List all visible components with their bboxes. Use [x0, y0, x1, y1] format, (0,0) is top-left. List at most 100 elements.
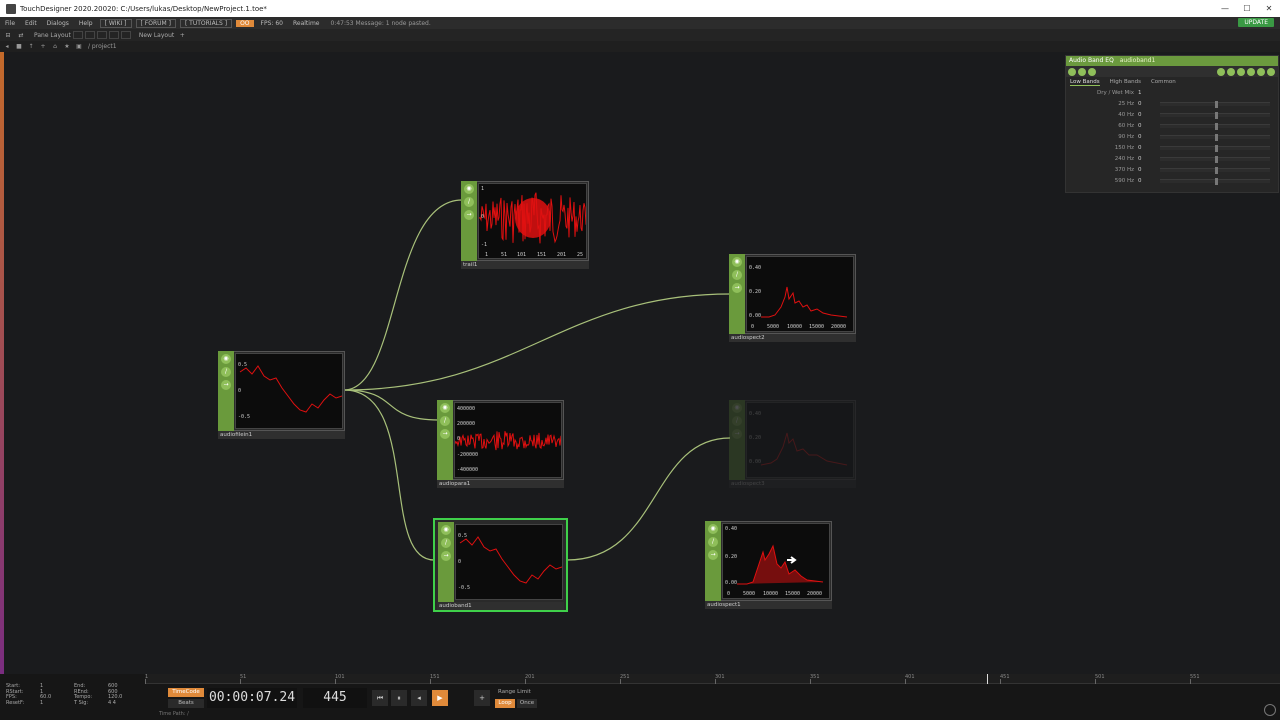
new-layout-button[interactable]: New Layout [139, 32, 174, 39]
node-audioband1[interactable]: ◉ / → 0.5 0 -0.5 audioband1 [433, 518, 568, 612]
node-audiopara1[interactable]: ◉ / → 400000 200000 0 -200000 -400000 audi… [437, 400, 564, 488]
help-icon[interactable] [1068, 67, 1076, 76]
param-value[interactable]: 0 [1138, 156, 1160, 162]
slider-knob[interactable] [1215, 177, 1218, 185]
param-value[interactable]: 0 [1138, 178, 1160, 184]
home-icon[interactable]: ⌂ [50, 43, 60, 50]
comment-icon[interactable] [1227, 67, 1235, 76]
param-slider[interactable] [1160, 133, 1270, 141]
slider-knob[interactable] [1215, 144, 1218, 152]
close-button[interactable]: ✕ [1258, 0, 1280, 17]
param-value[interactable]: 0 [1138, 123, 1160, 129]
stop-icon[interactable]: ■ [14, 43, 24, 50]
loop-toggle[interactable]: Loop [495, 699, 515, 708]
param-slider[interactable] [1160, 155, 1270, 163]
up-icon[interactable]: ↑ [26, 43, 36, 50]
play-button[interactable]: ▶ [432, 690, 448, 706]
node-audiospect2[interactable]: ◉ / → 0.40 0.20 0.00 0 5000 10000 15000 20… [729, 254, 856, 342]
lock-icon[interactable]: → [708, 550, 718, 560]
pane-split-icon[interactable]: ⇄ [16, 32, 26, 39]
bypass-icon[interactable]: / [708, 537, 718, 547]
param-slider[interactable] [1160, 177, 1270, 185]
settings-gear-icon[interactable] [1264, 704, 1276, 716]
edit-icon[interactable] [1217, 67, 1225, 76]
node-name[interactable]: audiospect1 [705, 601, 832, 609]
network-icon[interactable] [1247, 67, 1255, 76]
param-value[interactable]: 1 [1138, 90, 1160, 96]
lock-icon[interactable]: → [464, 210, 474, 220]
node-name[interactable]: audiopara1 [437, 480, 564, 488]
menu-dialogs[interactable]: Dialogs [42, 20, 74, 27]
op-name-field[interactable]: audioband1 [1120, 57, 1156, 64]
wiki-link[interactable]: [ WIKI ] [99, 18, 132, 28]
lock-icon[interactable]: → [732, 429, 742, 439]
bypass-icon[interactable]: / [464, 197, 474, 207]
minimize-button[interactable]: — [1214, 0, 1236, 17]
lock-icon[interactable]: → [221, 380, 231, 390]
menu-file[interactable]: File [0, 20, 20, 27]
param-slider[interactable] [1160, 100, 1270, 108]
param-row[interactable]: 370 Hz 0 [1066, 164, 1278, 175]
param-row[interactable]: 150 Hz 0 [1066, 142, 1278, 153]
pane-type-icon[interactable]: ⊟ [3, 32, 13, 39]
tab-high-bands[interactable]: High Bands [1110, 79, 1141, 85]
param-slider[interactable] [1160, 166, 1270, 174]
layout-preset-4[interactable] [108, 31, 119, 39]
bypass-icon[interactable]: / [221, 367, 231, 377]
layout-preset-2[interactable] [84, 31, 95, 39]
tab-common[interactable]: Common [1151, 79, 1176, 85]
refresh-icon[interactable] [1237, 67, 1245, 76]
node-name[interactable]: trail1 [461, 261, 589, 269]
bookmark-icon[interactable]: ★ [62, 43, 72, 50]
frame-display[interactable]: 445 [303, 688, 367, 708]
slider-knob[interactable] [1215, 122, 1218, 130]
node-name[interactable]: audiospect2 [729, 334, 856, 342]
beats-toggle[interactable]: Beats [168, 699, 204, 708]
bypass-icon[interactable]: / [732, 416, 742, 426]
tab-low-bands[interactable]: Low Bands [1070, 79, 1100, 86]
node-audiofilein1[interactable]: ◉ / → 0.5 0 -0.5 audiofilein1 [218, 351, 345, 439]
node-name[interactable]: audioband1 [437, 602, 564, 610]
param-row[interactable]: 590 Hz 0 [1066, 175, 1278, 186]
timeline-ruler[interactable]: 151101151201251301351401451501551600 [145, 674, 1280, 684]
step-back-button[interactable]: ◂ [411, 690, 427, 706]
layout-preset-5[interactable] [120, 31, 131, 39]
layout-preset-3[interactable] [96, 31, 107, 39]
param-slider[interactable] [1160, 111, 1270, 119]
viewer-icon[interactable]: ◉ [440, 403, 450, 413]
lock-icon[interactable]: → [440, 429, 450, 439]
param-slider[interactable] [1160, 144, 1270, 152]
slider-knob[interactable] [1215, 100, 1218, 108]
param-value[interactable]: 0 [1138, 145, 1160, 151]
setting-value[interactable]: 4 4 [108, 700, 142, 707]
param-value[interactable]: 0 [1138, 134, 1160, 140]
timecode-display[interactable]: 00:00:07.24 [207, 688, 297, 708]
param-slider[interactable] [1160, 122, 1270, 130]
network-path[interactable]: / project1 [88, 43, 117, 50]
viewer-icon[interactable]: ◉ [221, 354, 231, 364]
realtime-toggle[interactable]: Realtime [288, 20, 325, 27]
param-row[interactable]: 25 Hz 0 [1066, 98, 1278, 109]
param-row[interactable]: 60 Hz 0 [1066, 120, 1278, 131]
layout-preset-1[interactable] [72, 31, 83, 39]
param-row[interactable]: 240 Hz 0 [1066, 153, 1278, 164]
back-icon[interactable]: ◂ [2, 43, 12, 50]
info-icon[interactable] [1088, 67, 1096, 76]
python-icon[interactable] [1078, 67, 1086, 76]
param-value[interactable]: 0 [1138, 167, 1160, 173]
param-value[interactable]: 0 [1138, 101, 1160, 107]
update-button[interactable]: UPDATE [1238, 18, 1274, 27]
menu-help[interactable]: Help [74, 20, 98, 27]
lock-icon[interactable]: → [441, 551, 451, 561]
maximize-button[interactable]: ☐ [1236, 0, 1258, 17]
param-row[interactable]: Dry / Wet Mix 1 [1066, 87, 1278, 98]
bypass-icon[interactable]: / [440, 416, 450, 426]
timecode-toggle[interactable]: TimeCode [168, 688, 204, 697]
node-audiospect1[interactable]: ◉ / → 0.40 0.20 0.00 0 5000 10000 15000 20… [705, 521, 832, 609]
pause-button[interactable]: ⏸ [391, 690, 407, 706]
add-icon[interactable]: + [38, 43, 48, 50]
once-toggle[interactable]: Once [517, 699, 537, 708]
settings-icon[interactable] [1267, 67, 1275, 76]
add-icon[interactable] [1257, 67, 1265, 76]
perform-mode-button[interactable]: OO [236, 19, 254, 27]
